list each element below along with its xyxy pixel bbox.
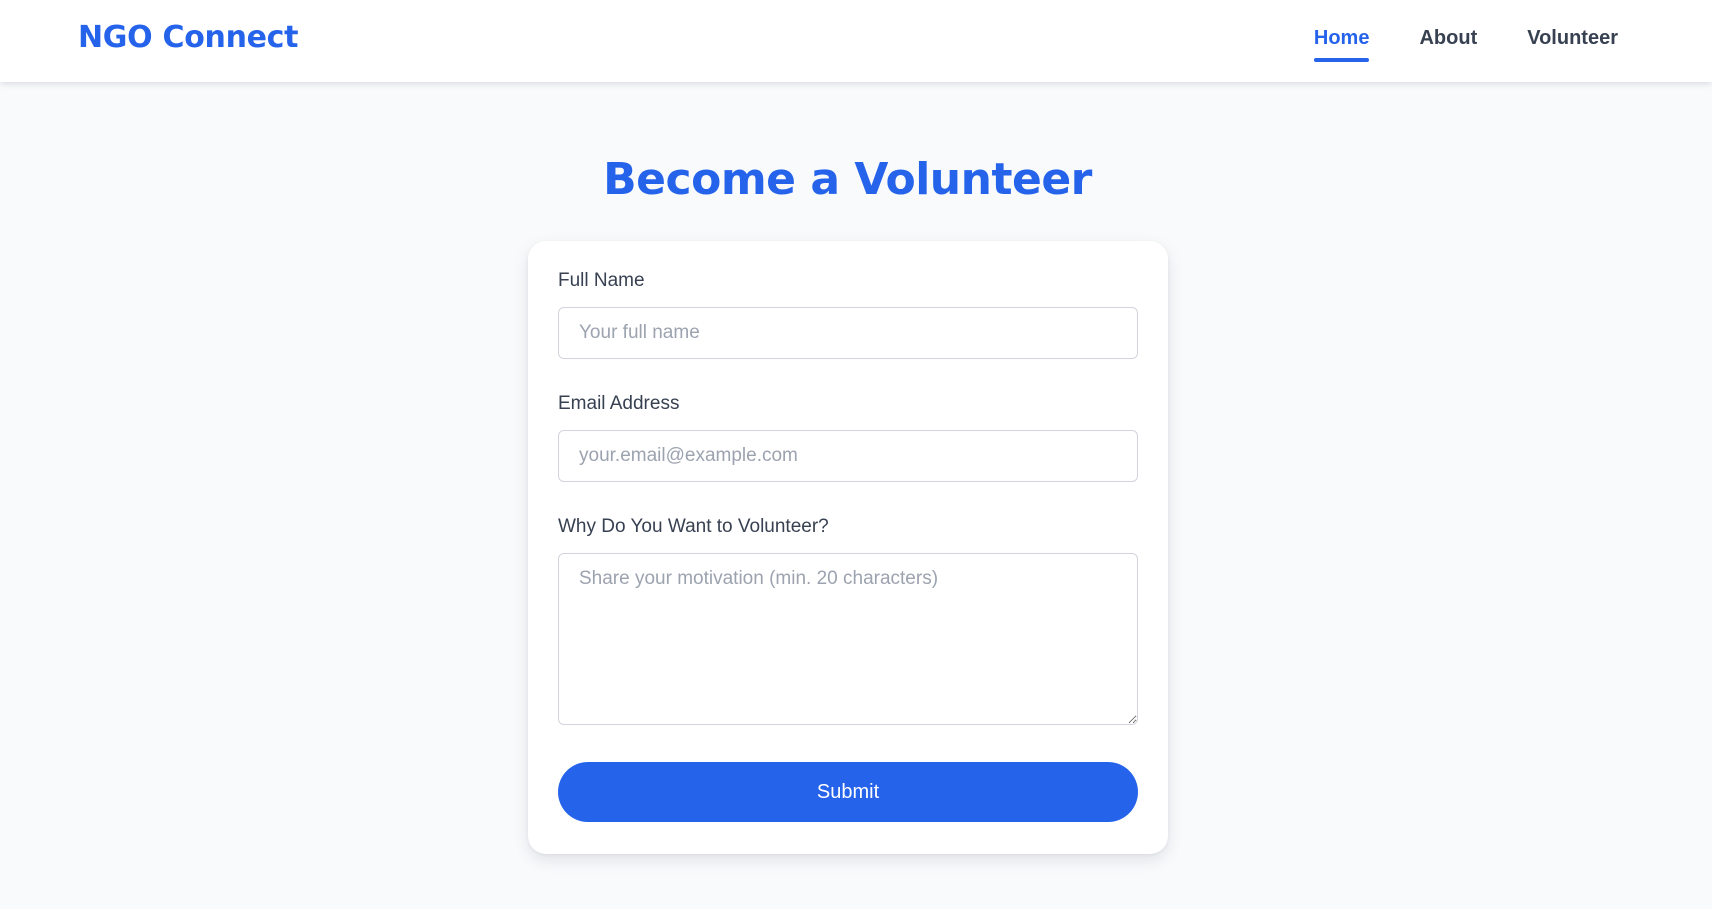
full-name-input[interactable]	[558, 307, 1138, 359]
email-label: Email Address	[558, 393, 680, 414]
page-title: Become a Volunteer	[603, 154, 1092, 205]
full-name-label: Full Name	[558, 270, 645, 291]
volunteer-form-card: Full Name Email Address Why Do You Want …	[528, 241, 1168, 854]
full-name-group: Full Name	[558, 269, 1138, 359]
nav-link-volunteer[interactable]: Volunteer	[1527, 24, 1618, 52]
nav-link-about[interactable]: About	[1419, 24, 1477, 52]
email-input[interactable]	[558, 430, 1138, 482]
main-nav: Home About Volunteer	[1313, 24, 1618, 62]
motivation-label: Why Do You Want to Volunteer?	[558, 516, 829, 537]
top-navbar: NGO Connect Home About Volunteer	[0, 0, 1712, 82]
motivation-textarea[interactable]	[558, 553, 1138, 725]
email-group: Email Address	[558, 392, 1138, 482]
motivation-group: Why Do You Want to Volunteer?	[558, 515, 1138, 725]
brand-logo-text[interactable]: NGO Connect	[78, 20, 299, 56]
nav-link-home[interactable]: Home	[1313, 24, 1369, 62]
submit-button[interactable]: Submit	[558, 762, 1138, 822]
